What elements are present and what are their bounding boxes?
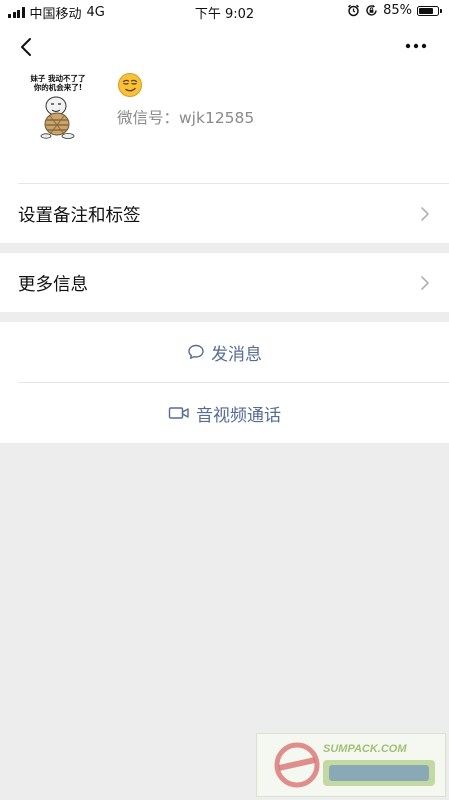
- meme-figure-illustration: [40, 96, 75, 139]
- actions-card: 发消息 音视频通话: [0, 322, 449, 443]
- rotation-lock-icon: [366, 4, 377, 16]
- remark-tags-row[interactable]: 设置备注和标签: [0, 184, 449, 243]
- smirking-face-emoji: [118, 73, 142, 97]
- watermark-logo-graphic: SUMPACK.COM: [274, 742, 435, 788]
- chevron-right-icon: [421, 207, 429, 221]
- wechat-id: 微信号：wjk12585: [117, 109, 255, 127]
- av-call-button[interactable]: 音视频通话: [0, 383, 449, 443]
- video-camera-icon: [168, 407, 189, 419]
- chat-bubble-icon: [188, 344, 204, 359]
- remark-tags-label: 设置备注和标签: [18, 206, 141, 226]
- battery-fill: [419, 7, 434, 14]
- alarm-clock-icon: [348, 4, 360, 17]
- watermark-logo: SUMPACK.COM: [256, 733, 446, 797]
- battery-icon: [417, 5, 442, 16]
- svg-text:SUMPACK.COM: SUMPACK.COM: [323, 743, 407, 755]
- more-info-row[interactable]: 更多信息: [0, 253, 449, 312]
- send-message-button[interactable]: 发消息: [0, 322, 449, 382]
- more-dots-icon[interactable]: [403, 36, 429, 56]
- status-right: 85%: [347, 3, 442, 18]
- more-info-label: 更多信息: [18, 275, 88, 295]
- chevron-right-icon: [421, 276, 429, 290]
- profile-card: 妹子 我动不了了 你的机会来了! 微信号：wjk12585: [0, 22, 449, 184]
- status-bar: 中国移动 4G 下午 9:02 85%: [0, 0, 449, 22]
- battery-percent: 85%: [383, 3, 412, 18]
- back-arrow-icon[interactable]: [14, 34, 40, 60]
- av-call-label: 音视频通话: [196, 405, 281, 426]
- avatar[interactable]: 妹子 我动不了了 你的机会来了!: [20, 70, 96, 146]
- send-message-label: 发消息: [211, 344, 262, 365]
